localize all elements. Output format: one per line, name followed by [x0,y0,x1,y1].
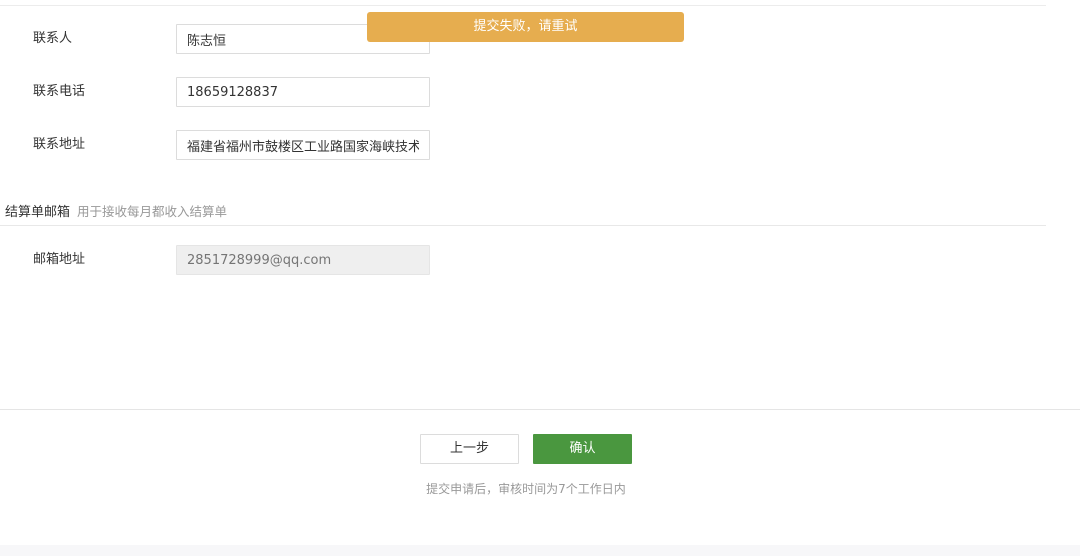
previous-step-button[interactable]: 上一步 [420,434,519,464]
statement-email-hint: 用于接收每月都收入结算单 [77,204,228,219]
footer-bar: 上一步 确认 提交申请后，审核时间为7个工作日内 [0,409,1080,546]
statement-email-title: 结算单邮箱 [5,205,71,220]
bottom-strip [0,545,1080,556]
email-address-input [176,245,430,275]
contact-address-input[interactable] [176,130,430,160]
top-divider [0,5,1046,6]
error-toast: 提交失败，请重试 [367,12,684,42]
contact-phone-label: 联系电话 [33,84,86,99]
email-address-row: 邮箱地址 [0,245,1046,275]
contact-phone-input[interactable] [176,77,430,107]
email-address-label: 邮箱地址 [33,252,86,267]
contact-address-row: 联系地址 [0,130,1046,160]
review-time-note: 提交申请后，审核时间为7个工作日内 [426,482,626,496]
contact-address-label: 联系地址 [33,137,86,152]
statement-email-section-header: 结算单邮箱 用于接收每月都收入结算单 [5,203,227,221]
contact-phone-row: 联系电话 [0,77,1046,107]
contact-name-label: 联系人 [33,31,73,46]
confirm-button[interactable]: 确认 [533,434,632,464]
section-divider [0,225,1046,226]
